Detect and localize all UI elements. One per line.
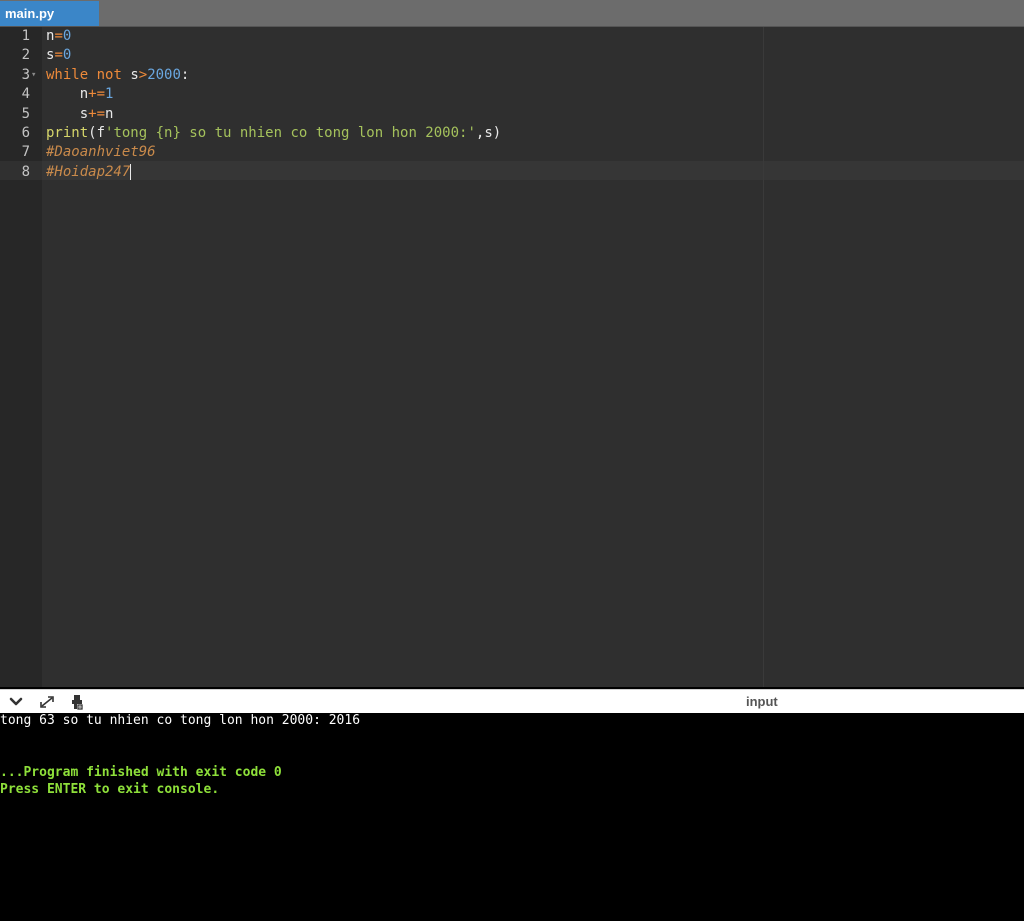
code-token: while: [46, 66, 89, 83]
code-editor[interactable]: 1 n=0 2 s=0 3 ▾ while not s>2000: 4 n+=1 5 s+=n 6…: [0, 27, 1024, 687]
code-token: n: [46, 86, 89, 103]
code-token: :: [180, 66, 190, 83]
tab-bar: main.py: [0, 0, 1024, 27]
code-token: s: [121, 66, 139, 83]
code-token: #Hoidap247: [46, 163, 131, 180]
console-toolbar: input: [0, 689, 1024, 714]
text-cursor: [130, 163, 132, 180]
line-number: 8: [21, 163, 30, 180]
code-line: 5 s+=n: [0, 105, 1024, 124]
code-token: 0: [62, 28, 72, 44]
input-label[interactable]: input: [746, 690, 778, 714]
line-number: 3: [21, 66, 30, 83]
code-lines: 1 n=0 2 s=0 3 ▾ while not s>2000: 4 n+=1 5 s+=n 6…: [0, 27, 1024, 182]
line-number: 7: [21, 144, 30, 161]
fold-arrow-icon[interactable]: ▾: [31, 66, 36, 85]
code-token: =: [54, 28, 63, 44]
line-number: 1: [21, 28, 30, 44]
code-text: while not s>2000:: [46, 66, 189, 85]
console-exit-line: Press ENTER to exit console.: [0, 782, 220, 797]
code-token: 2000: [147, 66, 181, 83]
code-line: 3 ▾ while not s>2000:: [0, 66, 1024, 85]
line-number: 2: [21, 47, 30, 64]
code-line: 4 n+=1: [0, 85, 1024, 104]
code-token: +=: [88, 86, 106, 103]
code-token: ,s): [475, 124, 502, 141]
line-number: 6: [21, 124, 30, 141]
code-token: (f: [88, 124, 106, 141]
tab-main-py[interactable]: main.py: [0, 1, 99, 26]
code-line: 8 #Hoidap247: [0, 163, 1024, 182]
chevron-down-icon[interactable]: [6, 693, 26, 711]
line-number: 4: [21, 86, 30, 103]
code-line: 2 s=0: [0, 46, 1024, 65]
code-token: 1: [105, 86, 114, 103]
code-line: 7 #Daoanhviet96: [0, 143, 1024, 162]
code-text: s+=n: [46, 105, 114, 124]
settings-icon[interactable]: [67, 693, 87, 711]
line-number: 5: [21, 105, 30, 122]
code-token: n: [105, 105, 114, 122]
code-token: not: [96, 66, 122, 83]
code-token: +=: [88, 105, 106, 122]
code-text: s=0: [46, 46, 71, 65]
code-token: s: [46, 105, 89, 122]
code-text: #Hoidap247: [46, 163, 132, 182]
code-text: print(f'tong {n} so tu nhien co tong lon…: [46, 124, 501, 143]
code-line: 1 n=0: [0, 27, 1024, 46]
code-token: 0: [62, 47, 72, 64]
code-token: >: [138, 66, 148, 83]
expand-icon[interactable]: [37, 693, 57, 711]
console-output[interactable]: tong 63 so tu nhien co tong lon hon 2000…: [0, 713, 1024, 921]
code-token: #Daoanhviet96: [46, 144, 156, 161]
code-line: 6 print(f'tong {n} so tu nhien co tong lo…: [0, 124, 1024, 143]
code-text: n+=1: [46, 85, 114, 104]
code-text: n=0: [46, 27, 71, 46]
code-text: #Daoanhviet96: [46, 143, 156, 162]
code-token: =: [54, 47, 63, 64]
console-finished-line: ...Program finished with exit code 0: [0, 765, 282, 780]
console-output-line: tong 63 so tu nhien co tong lon hon 2000…: [0, 713, 361, 728]
code-token: print: [46, 124, 89, 141]
code-token: 'tong {n} so tu nhien co tong lon hon 20…: [105, 124, 476, 141]
